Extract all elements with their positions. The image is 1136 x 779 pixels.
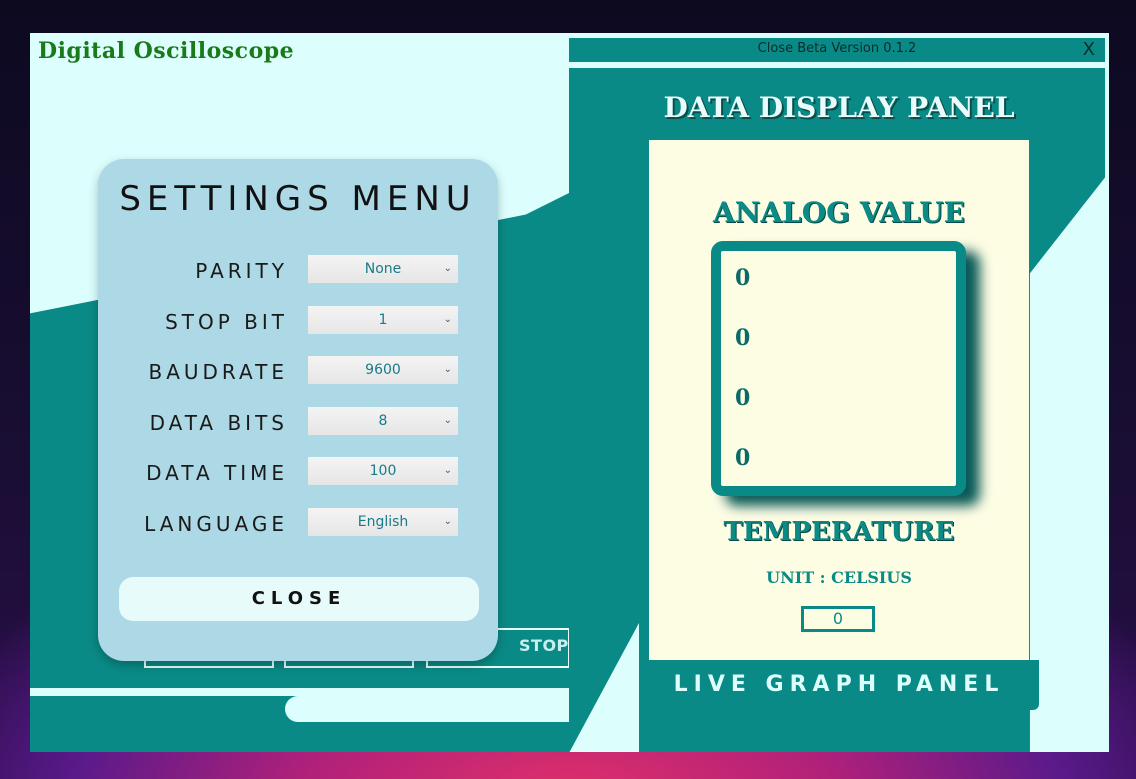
version-label: Close Beta Version 0.1.2 bbox=[757, 41, 917, 56]
chevron-down-icon: ⌄ bbox=[443, 415, 452, 426]
app-title: Digital Oscilloscope bbox=[38, 38, 295, 64]
version-bar: Close Beta Version 0.1.2 X bbox=[569, 38, 1105, 62]
chevron-down-icon: ⌄ bbox=[443, 314, 452, 325]
stop-bit-select[interactable]: 1 ⌄ bbox=[308, 306, 458, 334]
data-display-panel: Close Beta Version 0.1.2 X DATA DISPLAY … bbox=[569, 33, 1109, 752]
stop-button-label: STOP bbox=[519, 636, 569, 655]
settings-title: SETTINGS MENU bbox=[119, 179, 477, 219]
analog-value-title: ANALOG VALUE bbox=[713, 196, 965, 229]
analog-value-box: 0 0 0 0 bbox=[711, 241, 966, 496]
live-graph-panel-button[interactable]: LIVE GRAPH PANEL bbox=[639, 660, 1039, 710]
temperature-value: 0 bbox=[801, 606, 875, 632]
language-select[interactable]: English ⌄ bbox=[308, 508, 458, 536]
settings-menu: SETTINGS MENU PARITY None ⌄ STOP BIT 1 ⌄… bbox=[98, 159, 498, 661]
baudrate-label: BAUDRATE bbox=[148, 360, 288, 384]
temperature-title: TEMPERATURE bbox=[723, 517, 955, 547]
data-display-card: ANALOG VALUE 0 0 0 0 TEMPERATURE UNIT : … bbox=[649, 140, 1029, 660]
stop-bit-value: 1 bbox=[378, 312, 388, 328]
language-value: English bbox=[357, 514, 409, 530]
chevron-down-icon: ⌄ bbox=[443, 263, 452, 274]
analog-value-3: 0 bbox=[735, 385, 751, 411]
parity-select[interactable]: None ⌄ bbox=[308, 255, 458, 283]
baudrate-select[interactable]: 9600 ⌄ bbox=[308, 356, 458, 384]
analog-value-4: 0 bbox=[735, 445, 751, 471]
data-bits-select[interactable]: 8 ⌄ bbox=[308, 407, 458, 435]
baudrate-value: 9600 bbox=[365, 362, 401, 378]
parity-label: PARITY bbox=[195, 259, 288, 283]
stop-bit-label: STOP BIT bbox=[165, 310, 288, 334]
language-label: LANGUAGE bbox=[144, 512, 288, 536]
close-window-button[interactable]: X bbox=[1083, 39, 1095, 60]
chevron-down-icon: ⌄ bbox=[443, 516, 452, 527]
unit-label: UNIT : CELSIUS bbox=[766, 568, 912, 587]
chevron-down-icon: ⌄ bbox=[443, 465, 452, 476]
data-bits-value: 8 bbox=[378, 413, 388, 429]
data-bits-label: DATA BITS bbox=[149, 411, 288, 435]
data-time-value: 100 bbox=[369, 463, 397, 479]
settings-close-button[interactable]: CLOSE bbox=[119, 577, 479, 621]
analog-value-2: 0 bbox=[735, 325, 751, 351]
data-time-label: DATA TIME bbox=[146, 461, 288, 485]
analog-value-1: 0 bbox=[735, 265, 751, 291]
parity-value: None bbox=[364, 261, 402, 277]
left-panel-stripe bbox=[30, 688, 569, 696]
data-time-select[interactable]: 100 ⌄ bbox=[308, 457, 458, 485]
left-panel-cutout bbox=[285, 696, 569, 722]
chevron-down-icon: ⌄ bbox=[443, 364, 452, 375]
data-display-title: DATA DISPLAY PANEL bbox=[663, 91, 1015, 124]
